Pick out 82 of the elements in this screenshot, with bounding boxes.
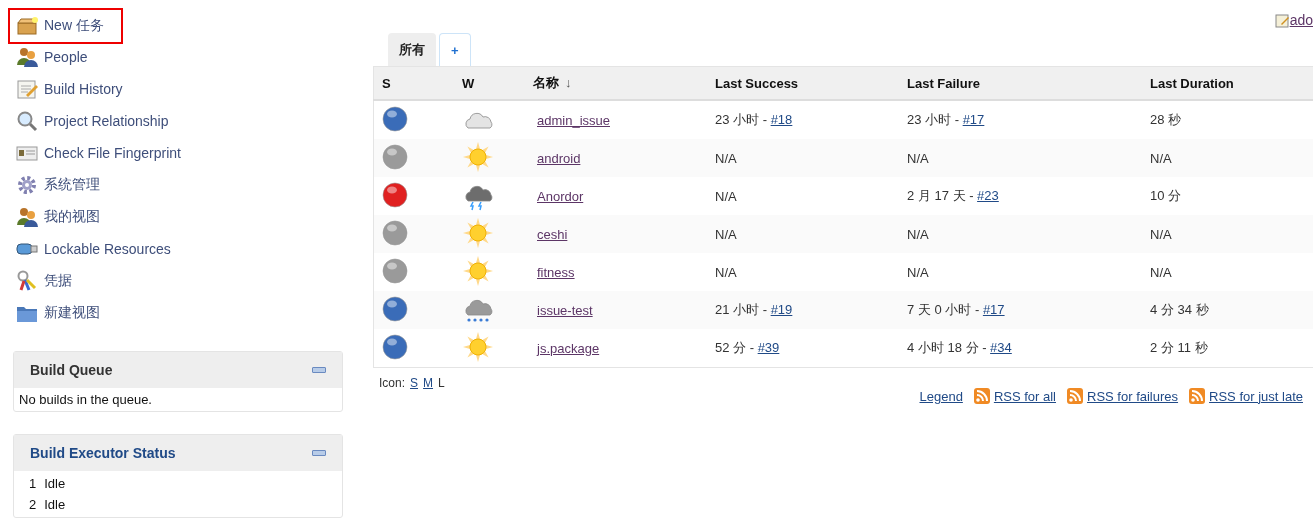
panel-title-link[interactable]: Build Executor Status (30, 445, 176, 461)
icon-size-link[interactable]: M (423, 376, 434, 404)
rss-icon (1189, 388, 1206, 404)
column-header[interactable]: Last Duration (1142, 66, 1313, 100)
build-link[interactable]: #18 (770, 112, 793, 127)
sidebar-link[interactable]: Build History (13, 73, 123, 105)
sidebar-link[interactable]: 新建视图 (13, 297, 100, 329)
legend-link[interactable]: Legend (919, 388, 963, 404)
table-cell: 23 小时 - #17 (907, 112, 985, 127)
table-cell: 10 分 (1142, 177, 1313, 215)
job-link[interactable]: js.package (533, 340, 600, 356)
executor-status: Idle (44, 476, 66, 491)
keys-icon (16, 270, 38, 292)
job-link[interactable]: android (533, 150, 581, 166)
search-icon (16, 110, 38, 132)
table-cell: N/A (907, 264, 929, 280)
collapse-icon[interactable] (312, 367, 326, 373)
table-cell: 52 分 - #39 (715, 340, 780, 355)
table-cell: 4 分 34 秒 (1142, 291, 1313, 329)
sidebar-link[interactable]: Lockable Resources (13, 233, 171, 265)
table-cell: N/A (715, 226, 737, 242)
table-cell: N/A (1142, 253, 1313, 291)
job-link[interactable]: Anordor (533, 188, 584, 204)
table-cell: N/A (1142, 139, 1313, 177)
rss-link[interactable]: RSS for all (973, 388, 1056, 404)
people-icon (16, 206, 38, 228)
build-link[interactable]: #39 (757, 340, 780, 355)
column-header[interactable]: Last Success (707, 66, 899, 100)
icon-size-label: Icon: (379, 376, 405, 392)
column-header[interactable]: S (373, 66, 454, 100)
executor-number: 1 (29, 476, 37, 491)
notepad-icon (16, 78, 38, 100)
sidebar-link[interactable]: New 任务 (9, 9, 122, 43)
column-header[interactable]: W (454, 66, 525, 100)
table-cell: 2 月 17 天 - #23 (907, 188, 999, 203)
sidebar-link[interactable]: 凭据 (13, 265, 72, 297)
sidebar-link[interactable]: Check File Fingerprint (13, 137, 181, 169)
rss-link[interactable]: RSS for failures (1067, 388, 1179, 404)
table-cell: N/A (907, 150, 929, 166)
build-link[interactable]: #17 (962, 112, 985, 127)
executor-status: Idle (44, 497, 66, 512)
column-header[interactable]: Last Failure (899, 66, 1142, 100)
build-link[interactable]: #17 (982, 302, 1005, 317)
table-cell: 7 天 0 小时 - #17 (907, 302, 1005, 317)
job-link[interactable]: issue-test (533, 302, 593, 318)
table-cell: 4 小时 18 分 - #34 (907, 340, 1012, 355)
build-link[interactable]: #34 (990, 340, 1012, 355)
icon-size-option: L (438, 376, 445, 404)
table-cell: 28 秒 (1142, 100, 1313, 139)
executor-number: 2 (29, 497, 37, 512)
job-link[interactable]: admin_issue (533, 112, 610, 128)
table-cell: N/A (1142, 215, 1313, 253)
panel-title: Build Queue (30, 362, 113, 378)
sidebar-link[interactable]: People (13, 41, 88, 73)
people-icon (16, 46, 38, 68)
table-cell: N/A (907, 226, 929, 242)
notepad-icon (1274, 12, 1290, 28)
sidebar-link[interactable]: 系统管理 (13, 169, 100, 201)
sidebar-link[interactable]: Project Relationship (13, 105, 169, 137)
table-cell: N/A (715, 150, 737, 166)
job-link[interactable]: fitness (533, 264, 575, 280)
table-cell: N/A (715, 264, 737, 280)
rss-icon (1067, 388, 1083, 404)
queue-message: No builds in the queue. (18, 391, 153, 409)
icon-size-link[interactable]: S (410, 376, 419, 404)
view-tab[interactable]: + (439, 33, 471, 66)
table-cell: N/A (715, 188, 737, 204)
sidebar-link[interactable]: 我的视图 (13, 201, 100, 233)
rss-icon (973, 388, 990, 404)
build-link[interactable]: #23 (977, 188, 999, 203)
column-header[interactable]: 名称 ↓ (525, 66, 707, 100)
gear-icon (16, 174, 38, 196)
table-cell: 2 分 11 秒 (1142, 329, 1313, 368)
rss-link[interactable]: RSS for just late (1189, 388, 1303, 404)
table-cell: 23 小时 - #18 (715, 112, 793, 127)
view-tab[interactable]: 所有 (388, 33, 436, 66)
box-icon (16, 15, 38, 37)
build-link[interactable]: #19 (770, 302, 793, 317)
user-link[interactable]: ado (1274, 12, 1313, 28)
collapse-icon[interactable] (312, 450, 326, 456)
job-link[interactable]: ceshi (533, 226, 568, 242)
table-cell: 21 小时 - #19 (715, 302, 793, 317)
